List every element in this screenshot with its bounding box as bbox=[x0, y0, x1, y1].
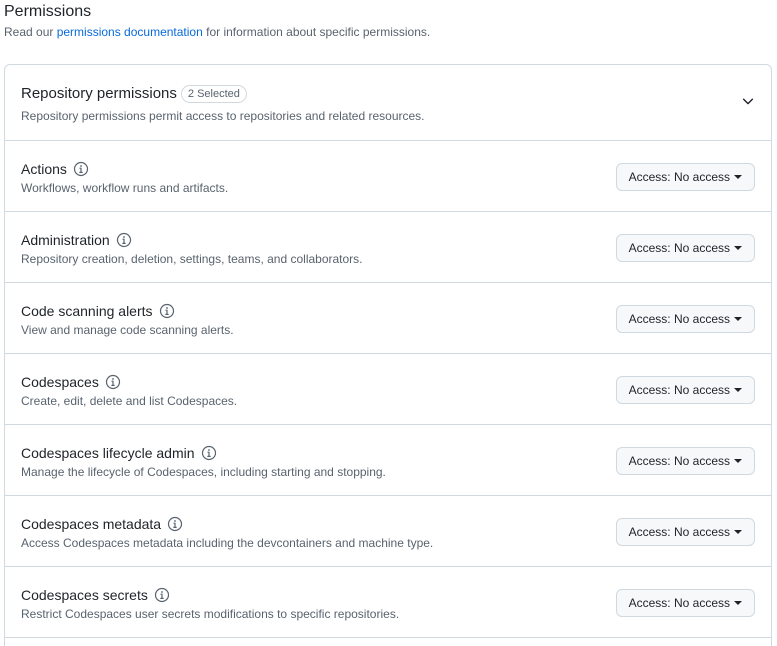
chevron-down-icon[interactable] bbox=[741, 94, 755, 108]
info-icon[interactable] bbox=[116, 232, 132, 248]
info-icon[interactable] bbox=[154, 587, 170, 603]
info-icon[interactable] bbox=[167, 516, 183, 532]
permission-name: Codespaces lifecycle admin bbox=[21, 445, 195, 461]
intro-before: Read our bbox=[4, 25, 57, 39]
permission-description: Access Codespaces metadata including the… bbox=[21, 536, 434, 550]
permission-title-row: Codespaces metadata bbox=[21, 515, 183, 533]
intro-text: Read our permissions documentation for i… bbox=[4, 24, 430, 40]
permission-name: Administration bbox=[21, 232, 110, 248]
info-icon[interactable] bbox=[105, 374, 121, 390]
permission-row: Codespaces metadata Access Codespaces me… bbox=[5, 496, 771, 567]
permission-title-row: Codespaces secrets bbox=[21, 586, 170, 604]
permission-row: Codespaces lifecycle admin Manage the li… bbox=[5, 425, 771, 496]
permission-name: Codespaces secrets bbox=[21, 587, 148, 603]
permissions-page: Permissions Read our permissions documen… bbox=[0, 0, 777, 646]
selected-count-badge: 2 Selected bbox=[180, 85, 247, 103]
page-title: Permissions bbox=[4, 3, 92, 20]
access-level-label: Access: No access bbox=[628, 170, 730, 184]
caret-down-icon bbox=[734, 317, 742, 321]
permission-name: Codespaces metadata bbox=[21, 516, 162, 532]
access-level-label: Access: No access bbox=[628, 241, 730, 255]
caret-down-icon bbox=[734, 601, 742, 605]
access-level-label: Access: No access bbox=[628, 312, 730, 326]
access-dropdown-button[interactable]: Access: No access bbox=[615, 163, 755, 191]
caret-down-icon bbox=[734, 175, 742, 179]
permission-description: Workflows, workflow runs and artifacts. bbox=[21, 181, 229, 195]
permission-name: Code scanning alerts bbox=[21, 303, 153, 319]
access-dropdown-button[interactable]: Access: No access bbox=[615, 376, 755, 404]
access-dropdown-button[interactable]: Access: No access bbox=[615, 305, 755, 333]
caret-down-icon bbox=[734, 388, 742, 392]
info-icon[interactable] bbox=[201, 445, 217, 461]
caret-down-icon bbox=[734, 459, 742, 463]
permission-row: Code scanning alerts View and manage cod… bbox=[5, 283, 771, 354]
permissions-documentation-link[interactable]: permissions documentation bbox=[57, 25, 203, 39]
info-icon[interactable] bbox=[159, 303, 175, 319]
permission-description: Repository creation, deletion, settings,… bbox=[21, 252, 363, 266]
access-dropdown-button[interactable]: Access: No access bbox=[615, 447, 755, 475]
permission-title-row: Codespaces lifecycle admin bbox=[21, 444, 217, 462]
permission-row: Codespaces secrets Restrict Codespaces u… bbox=[5, 567, 771, 638]
permission-description: Create, edit, delete and list Codespaces… bbox=[21, 394, 238, 408]
access-dropdown-button[interactable]: Access: No access bbox=[615, 589, 755, 617]
permission-description: View and manage code scanning alerts. bbox=[21, 323, 234, 337]
permission-title-row: Code scanning alerts bbox=[21, 302, 175, 320]
permission-row: Administration Repository creation, dele… bbox=[5, 212, 771, 283]
caret-down-icon bbox=[734, 530, 742, 534]
access-dropdown-button[interactable]: Access: No access bbox=[615, 234, 755, 262]
repository-permissions-panel: Repository permissions 2 Selected Reposi… bbox=[4, 64, 772, 646]
repository-permissions-title-row: Repository permissions 2 Selected bbox=[21, 84, 247, 104]
repository-permissions-header[interactable]: Repository permissions 2 Selected Reposi… bbox=[5, 65, 771, 141]
permission-list: Actions Workflows, workflow runs and art… bbox=[5, 141, 771, 638]
info-icon[interactable] bbox=[73, 161, 89, 177]
access-level-label: Access: No access bbox=[628, 596, 730, 610]
permission-name: Codespaces bbox=[21, 374, 99, 390]
access-dropdown-button[interactable]: Access: No access bbox=[615, 518, 755, 546]
caret-down-icon bbox=[734, 246, 742, 250]
intro-after: for information about specific permissio… bbox=[202, 25, 431, 39]
permission-description: Manage the lifecycle of Codespaces, incl… bbox=[21, 465, 386, 479]
access-level-label: Access: No access bbox=[628, 383, 730, 397]
access-level-label: Access: No access bbox=[628, 454, 730, 468]
permission-name: Actions bbox=[21, 161, 67, 177]
permission-row: Codespaces Create, edit, delete and list… bbox=[5, 354, 771, 425]
permission-title-row: Actions bbox=[21, 160, 89, 178]
repository-permissions-description: Repository permissions permit access to … bbox=[21, 109, 425, 123]
permission-description: Restrict Codespaces user secrets modific… bbox=[21, 607, 400, 621]
permission-title-row: Codespaces bbox=[21, 373, 121, 391]
access-level-label: Access: No access bbox=[628, 525, 730, 539]
permission-title-row: Administration bbox=[21, 231, 132, 249]
permission-row: Actions Workflows, workflow runs and art… bbox=[5, 141, 771, 212]
repository-permissions-title: Repository permissions bbox=[21, 85, 177, 102]
